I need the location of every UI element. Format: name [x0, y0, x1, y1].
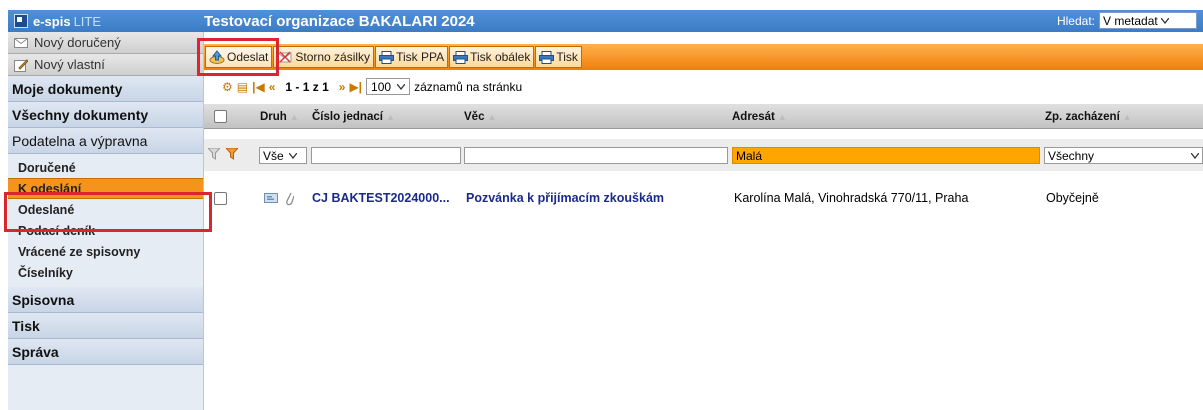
- search-area: Hledat: V metadat: [1057, 12, 1197, 29]
- column-druh-label: Druh: [260, 110, 287, 123]
- per-page-label: záznamů na stránku: [414, 79, 523, 94]
- new-received-label: Nový doručený: [34, 35, 121, 50]
- row-adresat: Karolína Malá, Vinohradská 770/11, Praha: [734, 191, 969, 205]
- column-zp-zachazeni[interactable]: Zp. zacházení ▲: [1045, 104, 1132, 129]
- sidebar-section-moje[interactable]: Moje dokumenty: [8, 76, 203, 102]
- column-settings-icon[interactable]: ⚙: [222, 80, 233, 94]
- column-cislo-label: Číslo jednací: [312, 110, 383, 123]
- sidebar-section-podatelna[interactable]: Podatelna a výpravna: [8, 128, 203, 154]
- print-button[interactable]: Tisk: [535, 46, 582, 68]
- sidebar-section-vsechny[interactable]: Všechny dokumenty: [8, 102, 203, 128]
- highlight-k-odeslani: [4, 192, 212, 232]
- filter-druh-select[interactable]: Vše: [259, 147, 307, 164]
- print-envelopes-label: Tisk obálek: [470, 50, 531, 64]
- filter-row: Vše Malá Všechny: [204, 139, 1203, 171]
- column-vec[interactable]: Věc ▲: [464, 104, 496, 129]
- row-zp-zachazeni: Obyčejně: [1046, 191, 1099, 205]
- filter-druh-value: Vše: [263, 148, 284, 163]
- letter-icon: [264, 187, 278, 209]
- printer-icon: [453, 50, 469, 64]
- envelope-cancel-icon: [277, 51, 292, 63]
- filter-adresat-input[interactable]: Malá: [732, 147, 1040, 164]
- chevron-down-icon: [288, 152, 297, 159]
- logo-icon: [14, 14, 28, 28]
- row-cislo-jednaci[interactable]: CJ BAKTEST2024000...: [312, 187, 450, 209]
- chevron-down-icon: [1191, 152, 1199, 159]
- page-size-select[interactable]: 100: [366, 78, 411, 95]
- filter-vec-input[interactable]: [464, 147, 728, 164]
- select-all-checkbox[interactable]: [214, 104, 227, 129]
- column-vec-label: Věc: [464, 110, 485, 123]
- organization-title: Testovací organizace BAKALARI 2024: [204, 12, 475, 30]
- page-range: 1 - 1 z 1: [285, 79, 329, 94]
- row-checkbox[interactable]: [214, 187, 227, 209]
- printer-icon: [379, 50, 395, 64]
- column-zp-label: Zp. zacházení: [1045, 110, 1120, 123]
- cancel-shipment-label: Storno zásilky: [295, 50, 371, 64]
- cancel-shipment-button[interactable]: Storno zásilky: [273, 46, 375, 68]
- export-icon[interactable]: ▤: [237, 80, 248, 94]
- action-toolbar: Odeslat Storno zásilky Tisk PPA Tisk obá…: [204, 44, 1203, 70]
- sidebar-item-dorucene[interactable]: Doručené: [8, 157, 203, 178]
- column-druh[interactable]: Druh ▲: [260, 104, 299, 129]
- sidebar-item-vracene[interactable]: Vrácené ze spisovny: [8, 241, 203, 262]
- column-adresat-label: Adresát: [732, 110, 775, 123]
- page-size-value: 100: [371, 79, 392, 94]
- row-vec[interactable]: Pozvánka k přijímacím zkouškám: [466, 187, 664, 209]
- print-envelopes-button[interactable]: Tisk obálek: [449, 46, 535, 68]
- new-received-button[interactable]: Nový doručený: [8, 32, 203, 54]
- table-header: Druh ▲ Číslo jednací ▲ Věc ▲ Adresát ▲ Zp. z…: [204, 104, 1203, 129]
- pencil-icon: [14, 58, 28, 72]
- table-row[interactable]: CJ BAKTEST2024000... Pozvánka k přijímac…: [204, 187, 1203, 209]
- paperclip-icon[interactable]: [284, 187, 294, 209]
- envelope-icon: [14, 37, 28, 48]
- highlight-send-button: [197, 38, 279, 76]
- search-label: Hledat:: [1056, 13, 1095, 28]
- print-ppa-button[interactable]: Tisk PPA: [375, 46, 449, 68]
- filter-icon[interactable]: [208, 148, 220, 160]
- filter-cislo-input[interactable]: [311, 147, 461, 164]
- chevron-down-icon: [397, 83, 406, 90]
- app-header: e-spis LITE Testovací organizace BAKALAR…: [8, 10, 1203, 32]
- new-own-label: Nový vlastní: [34, 57, 105, 72]
- prev-page-icon[interactable]: «: [269, 80, 276, 94]
- logo-text: e-spis: [33, 13, 71, 29]
- print-ppa-label: Tisk PPA: [396, 50, 445, 64]
- filter-clear-icon[interactable]: [226, 148, 238, 160]
- column-cislo-jednaci[interactable]: Číslo jednací ▲: [312, 104, 395, 129]
- new-own-button[interactable]: Nový vlastní: [8, 54, 203, 76]
- logo-lite: LITE: [73, 13, 102, 29]
- column-adresat[interactable]: Adresát ▲: [732, 104, 787, 129]
- last-page-icon[interactable]: ▶|: [349, 80, 362, 94]
- chevron-down-icon: [1160, 17, 1169, 24]
- print-label: Tisk: [556, 50, 578, 64]
- sidebar-section-tisk[interactable]: Tisk: [8, 313, 203, 339]
- search-scope-value: V metadat: [1103, 13, 1158, 28]
- search-scope-select[interactable]: V metadat: [1099, 12, 1197, 29]
- sidebar-section-sprava[interactable]: Správa: [8, 339, 203, 365]
- first-page-icon[interactable]: |◀: [252, 80, 265, 94]
- sidebar-section-spisovna[interactable]: Spisovna: [8, 287, 203, 313]
- next-page-icon[interactable]: »: [339, 80, 346, 94]
- app-logo[interactable]: e-spis LITE: [8, 10, 204, 32]
- pagination-bar: ⚙ ▤ |◀ « 1 - 1 z 1 » ▶| 100 záznamů na s…: [222, 78, 522, 95]
- filter-zp-select[interactable]: Všechny: [1044, 147, 1203, 164]
- printer-icon: [539, 50, 555, 64]
- sidebar-item-ciselniky[interactable]: Číselníky: [8, 262, 203, 283]
- filter-zp-value: Všechny: [1048, 148, 1095, 163]
